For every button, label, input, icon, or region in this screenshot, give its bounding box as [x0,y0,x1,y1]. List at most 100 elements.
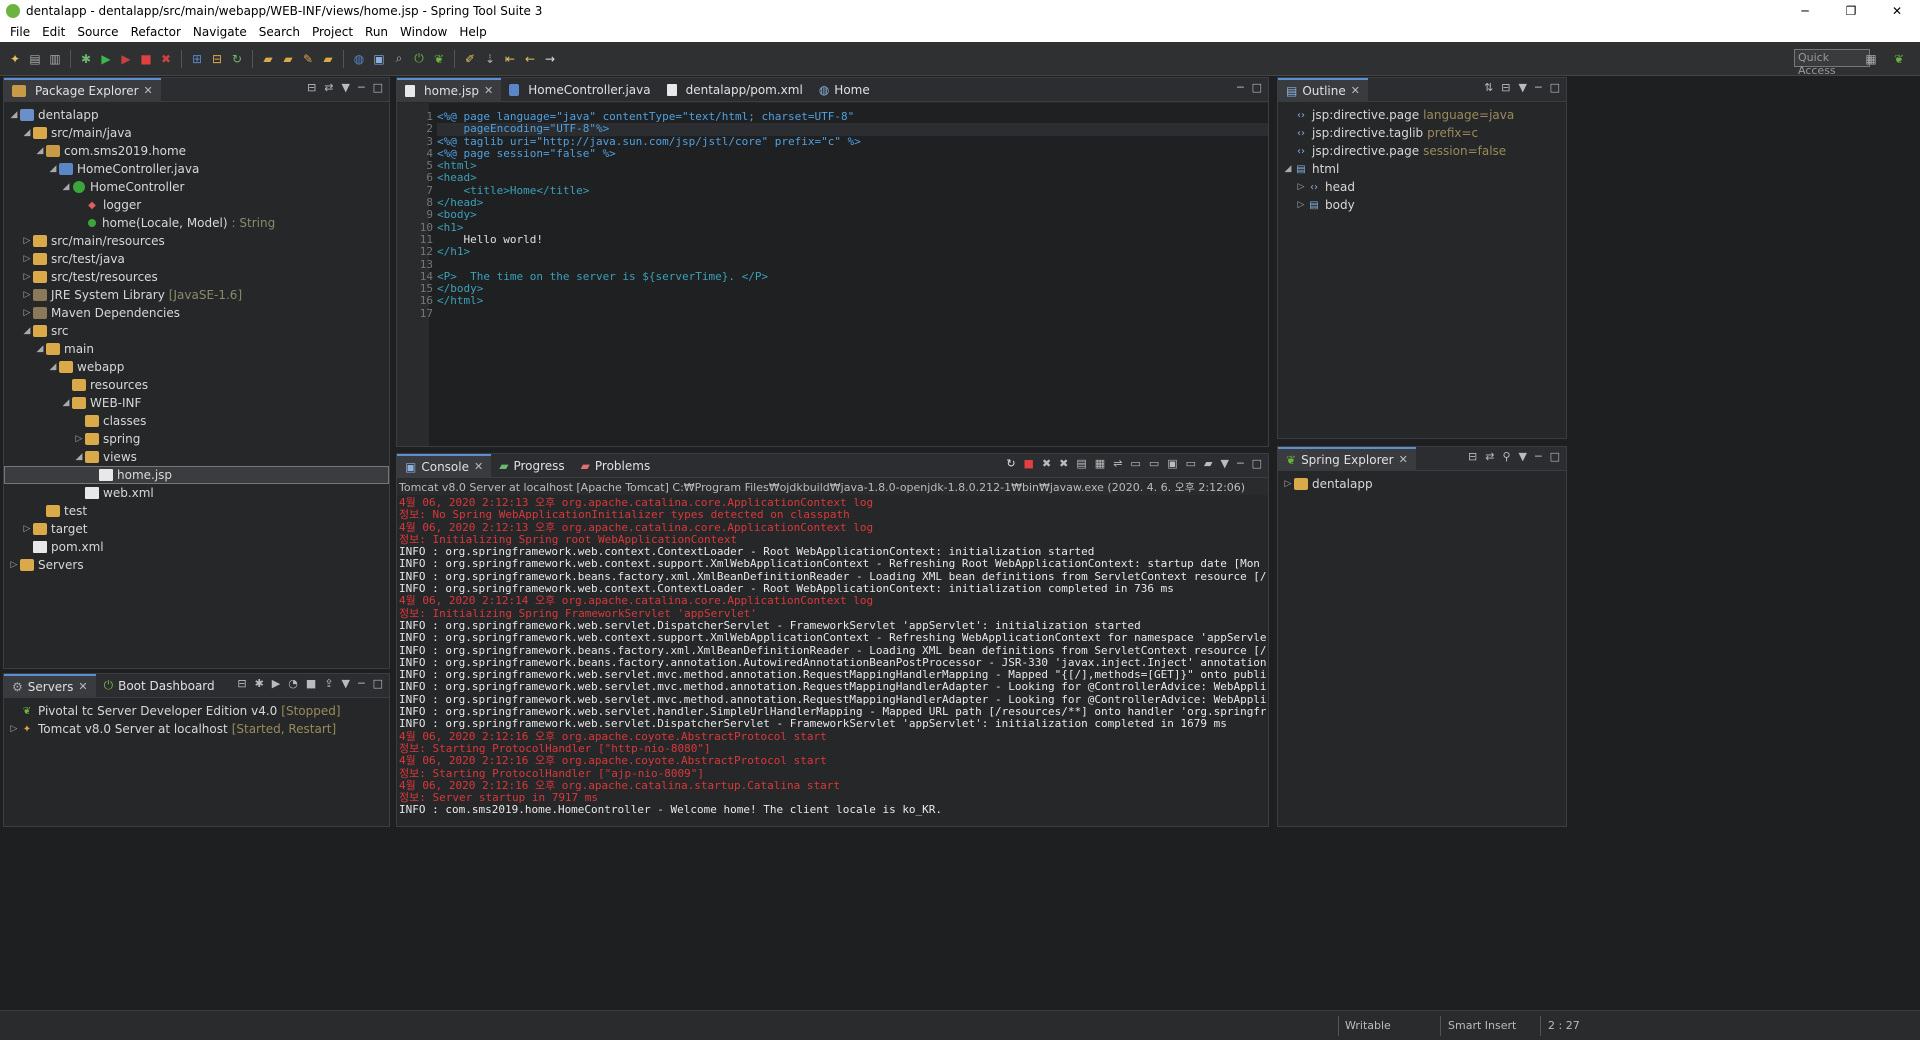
expand-icon[interactable]: ▷ [21,272,33,282]
new-server-icon[interactable]: ⊟ [237,677,246,690]
new-icon[interactable]: ✦ [6,50,24,68]
expand-icon[interactable]: ▷ [8,560,20,570]
outline-item[interactable]: ▷ ‹› head [1278,178,1566,196]
tab-console[interactable]: ▣ Console ✕ [397,453,492,478]
close-icon[interactable]: ✕ [78,680,87,693]
view-menu-icon[interactable]: ▼ [1519,81,1527,94]
tree-item[interactable]: ◆ logger [4,196,389,214]
link-editor-icon[interactable]: ⇄ [1485,450,1494,463]
tree-item[interactable]: ▷ src/test/java [4,250,389,268]
view-menu-icon[interactable]: ▼ [342,677,350,690]
new-package-icon[interactable]: ⊟ [208,50,226,68]
outline-item[interactable]: ‹› jsp:directive.taglib prefix=c [1278,124,1566,142]
expand-icon[interactable]: ▷ [8,724,20,734]
minimize-icon[interactable]: ─ [1535,450,1542,463]
scroll-lock-icon[interactable]: ▦ [1095,457,1105,470]
tab-home-browser[interactable]: ◍ Home [811,78,878,102]
expand-icon[interactable]: ◢ [47,164,59,174]
terminate-icon[interactable]: ■ [1024,457,1034,470]
tree-item[interactable]: test [4,502,389,520]
open-resource-icon[interactable]: ▰ [319,50,337,68]
outline-item[interactable]: ▷ ▤ body [1278,196,1566,214]
view-menu-icon[interactable]: ▼ [342,81,350,94]
tab-package-explorer[interactable]: Package Explorer ✕ [4,77,161,102]
maximize-icon[interactable]: □ [373,81,383,94]
menu-project[interactable]: Project [306,25,359,39]
tab-pom-xml[interactable]: dentalapp/pom.xml [659,78,811,102]
start-server-icon[interactable]: ▶ [272,677,280,690]
server-item[interactable]: ▷ ✦ Tomcat v8.0 Server at localhost [Sta… [4,720,389,738]
open-folder-icon[interactable]: ▰ [259,50,277,68]
expand-icon[interactable]: ◢ [21,128,33,138]
spring-leaf-icon[interactable]: ❦ [430,50,448,68]
expand-icon[interactable]: ◢ [8,110,20,120]
minimize-icon[interactable]: ─ [1237,81,1244,94]
tree-item[interactable]: home(Locale, Model): String [4,214,389,232]
tab-problems[interactable]: ▰ Problems [573,454,659,478]
next-annotation-icon[interactable]: ⇣ [481,50,499,68]
remove-launch-icon[interactable]: ✖ [1042,457,1051,470]
remove-all-icon[interactable]: ✖ [1059,457,1068,470]
tree-item[interactable]: ▷ Maven Dependencies [4,304,389,322]
maximize-icon[interactable]: □ [1550,450,1560,463]
code-area[interactable]: <%@ page language="java" contentType="te… [437,110,1268,320]
view-menu-icon[interactable]: ▼ [1221,457,1229,470]
back-icon[interactable]: ← [521,50,539,68]
tree-item[interactable]: ◢ webapp [4,358,389,376]
save-all-icon[interactable]: ▥ [46,50,64,68]
maximize-icon[interactable]: □ [373,677,383,690]
tree-item[interactable]: ▷ src/main/resources [4,232,389,250]
expand-icon[interactable]: ▷ [73,434,85,444]
debug-server-icon[interactable]: ✱ [255,677,264,690]
debug-icon[interactable]: ✱ [77,50,95,68]
close-window-button[interactable]: ✕ [1874,0,1920,22]
tree-item[interactable]: ◢ src [4,322,389,340]
maximize-icon[interactable]: □ [1550,81,1560,94]
run-icon[interactable]: ▶ [97,50,115,68]
open-type-icon[interactable]: ▰ [279,50,297,68]
expand-icon[interactable]: ◢ [34,146,46,156]
tab-outline[interactable]: ▤ Outline ✕ [1278,77,1368,102]
expand-icon[interactable]: ▷ [21,236,33,246]
tree-item[interactable]: ◢ views [4,448,389,466]
tree-item[interactable]: ▷ JRE System Library [JavaSE-1.6] [4,286,389,304]
server-item[interactable]: ❦ Pivotal tc Server Developer Edition v4… [4,702,389,720]
outline-item[interactable]: ‹› jsp:directive.page session=false [1278,142,1566,160]
tree-item[interactable]: web.xml [4,484,389,502]
spring-project-item[interactable]: ▷ dentalapp [1278,475,1566,493]
outline-item[interactable]: ◢ ▤ html [1278,160,1566,178]
minimize-icon[interactable]: ─ [1237,457,1244,470]
globe-icon[interactable]: ◍ [350,50,368,68]
menu-search[interactable]: Search [253,25,306,39]
menu-navigate[interactable]: Navigate [187,25,253,39]
menu-window[interactable]: Window [394,25,453,39]
expand-icon[interactable]: ◢ [47,362,59,372]
tree-item[interactable]: ▷ target [4,520,389,538]
tab-servers[interactable]: ⚙ Servers ✕ [4,673,96,698]
close-icon[interactable]: ✕ [484,84,493,97]
tree-item[interactable]: resources [4,376,389,394]
close-icon[interactable]: ✕ [144,84,153,97]
menu-edit[interactable]: Edit [36,25,71,39]
tree-item[interactable]: ◢ com.sms2019.home [4,142,389,160]
expand-icon[interactable]: ▷ [21,254,33,264]
menu-help[interactable]: Help [453,25,492,39]
tab-home-jsp[interactable]: home.jsp ✕ [397,77,502,102]
spring-perspective-icon[interactable]: ❦ [1890,50,1908,68]
restart-icon[interactable]: ↻ [1006,457,1015,470]
expand-icon[interactable]: ▷ [21,308,33,318]
profile-server-icon[interactable]: ◔ [288,677,298,690]
expand-icon[interactable]: ◢ [60,182,72,192]
run-external-icon[interactable]: ▶ [117,50,135,68]
code-editor[interactable]: 1 2 3 4 5 6 7 8 9 10 11 12 13 14 15 16 17 <%@ page langu… [397,103,1268,446]
terminate-icon[interactable]: ✖ [157,50,175,68]
collapse-all-icon[interactable]: ⊟ [1501,81,1510,94]
expand-icon[interactable]: ▷ [1282,479,1294,489]
close-icon[interactable]: ✕ [1351,84,1360,97]
minimize-icon[interactable]: ─ [358,81,365,94]
close-icon[interactable]: ✕ [1399,453,1408,466]
expand-icon[interactable]: ◢ [73,452,85,462]
expand-icon[interactable]: ▷ [21,524,33,534]
close-icon[interactable]: ✕ [474,460,483,473]
expand-icon[interactable]: ◢ [1282,164,1294,174]
